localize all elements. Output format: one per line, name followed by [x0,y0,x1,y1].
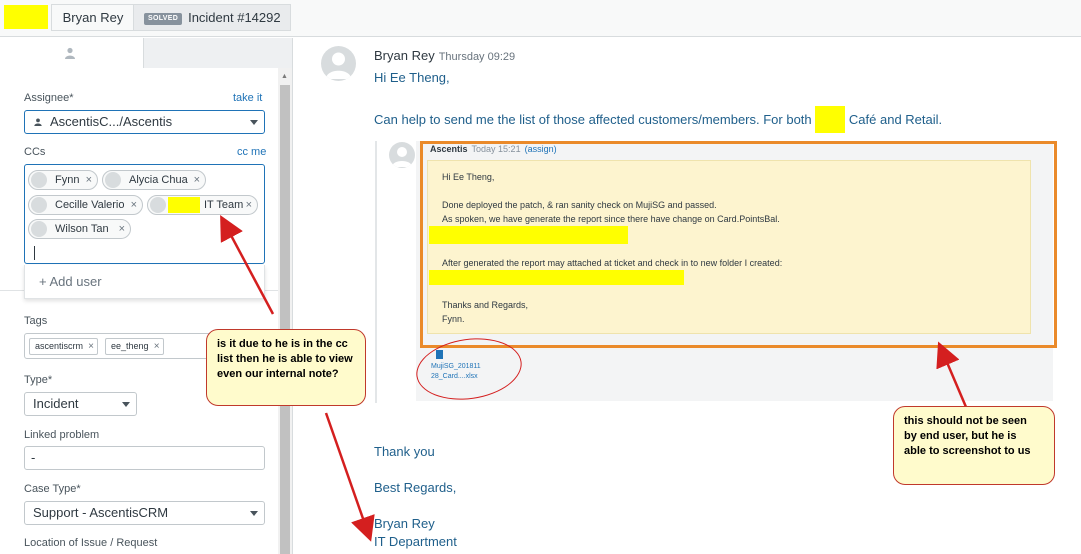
message-text: Café and Retail. [848,112,943,127]
tag-label: ee_theng [111,341,149,351]
ccs-field[interactable]: Fynn × Alycia Chua × Cecille Valerio × I… [24,164,265,264]
redacted-highlight [4,5,48,29]
comment-time: Thursday 09:29 [438,51,516,63]
case-type-select[interactable]: Support - AscentisCRM [24,501,265,525]
cc-chip[interactable]: Fynn × [28,170,98,190]
text-cursor [34,246,35,260]
ticket-title: Incident #14292 [188,10,281,25]
chevron-down-icon [122,402,130,407]
cc-me-link[interactable]: cc me [237,146,266,158]
signature-dept: IT Department [374,534,457,549]
ccs-label: CCs [24,146,46,158]
type-value: Incident [33,396,79,411]
assignee-value: AscentisC.../Ascentis [50,114,173,129]
avatar [105,172,121,188]
linked-problem-label: Linked problem [24,429,100,441]
add-user-option[interactable]: + Add user [24,265,265,299]
type-label: Type* [24,374,53,386]
close-icon[interactable]: × [194,171,200,189]
close-icon[interactable]: × [86,171,92,189]
cc-name: IT Team [204,199,244,211]
cc-chip[interactable]: Alycia Chua × [102,170,206,190]
close-icon[interactable]: × [246,196,252,214]
tab-requester[interactable]: Bryan Rey [51,4,134,31]
close-icon[interactable]: × [88,339,94,354]
ticket-properties-pane: ▲ Assignee* take it AscentisC.../Ascenti… [0,38,293,554]
close-icon[interactable]: × [131,196,137,214]
scrollbar-thumb[interactable] [280,85,290,554]
tags-label: Tags [24,315,48,327]
callout-question: is it due to he is in the cc list then h… [206,329,366,406]
callout-explanation: this should not be seen by end user, but… [893,406,1055,485]
close-icon[interactable]: × [119,220,125,238]
message-thanks: Thank you [374,444,435,459]
tag-chip[interactable]: ee_theng × [105,338,164,355]
case-type-value: Support - AscentisCRM [33,505,169,520]
tag-label: ascentiscrm [35,341,84,351]
avatar [31,172,47,188]
person-icon [392,147,412,167]
location-label: Location of Issue / Request [24,537,158,549]
chevron-down-icon [250,120,258,125]
assignee-label: Assignee* [24,92,74,104]
take-it-link[interactable]: take it [233,92,262,104]
comment-author: Bryan Rey Thursday 09:29 [374,48,515,63]
cc-chip[interactable]: IT Team × [147,195,258,215]
sidebar-tabs [0,38,292,68]
cc-name: Cecille Valerio [55,199,125,211]
cc-name: Alycia Chua [129,174,188,186]
cc-name: Wilson Tan [55,223,109,235]
tag-chip[interactable]: ascentiscrm × [29,338,99,355]
status-badge: SOLVED [144,13,183,25]
tab-ticket-info[interactable] [143,38,292,68]
scroll-up-arrow-icon[interactable]: ▲ [281,73,288,80]
redacted-highlight [168,197,200,213]
person-icon [34,118,42,126]
close-icon[interactable]: × [154,339,160,354]
cc-name: Fynn [55,174,80,186]
ticket-tab-bar: Bryan Rey SOLVED Incident #14292 [0,0,1081,37]
cc-chip[interactable]: Cecille Valerio × [28,195,143,215]
linked-problem-input[interactable]: - [24,446,265,470]
avatar [321,46,356,81]
avatar [150,197,166,213]
tab-user-info[interactable] [0,38,143,68]
case-type-label: Case Type* [24,483,81,495]
signature-name: Bryan Rey [374,516,435,531]
quote-bar [375,141,377,403]
assignee-select[interactable]: AscentisC.../Ascentis [24,110,265,134]
message-text: Can help to send me the list of those af… [374,112,812,127]
redacted-highlight [815,106,846,133]
chevron-down-icon [250,511,258,516]
cc-chip[interactable]: Wilson Tan × [28,219,131,239]
person-icon [65,47,75,59]
avatar [389,142,415,168]
message-greeting: Hi Ee Theng, [374,70,450,85]
person-icon [326,52,351,79]
type-select[interactable]: Incident [24,392,137,416]
tab-ticket[interactable]: SOLVED Incident #14292 [133,4,291,31]
avatar [31,221,47,237]
message-regards: Best Regards, [374,480,457,495]
author-name[interactable]: Bryan Rey [374,48,435,63]
annotation-frame [420,141,1057,348]
avatar [31,197,47,213]
message-line: Can help to send me the list of those af… [374,106,942,133]
